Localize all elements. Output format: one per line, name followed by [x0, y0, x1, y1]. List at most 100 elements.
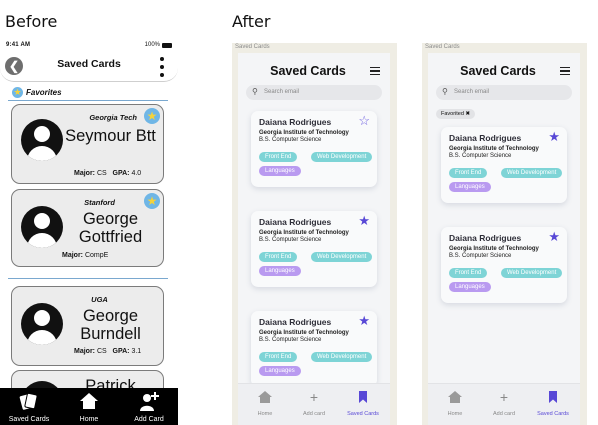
star-filled-icon[interactable]: ★: [548, 230, 560, 243]
cards-icon: [19, 392, 38, 410]
star-filled-icon[interactable]: ★: [548, 130, 560, 143]
card-degree: B.S. Computer Science: [259, 237, 322, 243]
favorite-star-icon[interactable]: ★: [144, 193, 160, 209]
tab-label: Add Card: [134, 416, 164, 423]
bottom-nav: Home + Add card Saved Cards: [238, 383, 390, 425]
filter-icon[interactable]: [560, 67, 570, 75]
bookmark-icon: [359, 391, 367, 403]
add-user-icon: [140, 392, 159, 411]
filter-icon[interactable]: [370, 67, 380, 75]
before-heading: Before: [5, 12, 58, 31]
tab-add-card[interactable]: Add Card: [120, 388, 178, 425]
tag[interactable]: Front End: [259, 152, 298, 162]
after-panel-all: Saved Cards Saved Cards ⚲ Search email D…: [232, 43, 397, 425]
tag[interactable]: Web Development: [501, 168, 563, 178]
card-major: Major: CompE: [62, 252, 109, 259]
saved-card[interactable]: UGA George Burndell Major: CS GPA: 3.1: [11, 286, 164, 366]
bookmark-icon: [549, 391, 557, 403]
saved-card[interactable]: Daiana Rodrigues ★ Georgia Institute of …: [441, 227, 567, 303]
tag[interactable]: Web Development: [311, 352, 373, 362]
saved-card[interactable]: Stanford ★ George Gottfried Major: CompE: [11, 189, 164, 267]
after-screen: Saved Cards ⚲ Search email Daiana Rodrig…: [238, 53, 390, 425]
nav-saved-cards[interactable]: Saved Cards: [528, 384, 578, 425]
panel-caption: Saved Cards: [425, 44, 460, 50]
card-school: Georgia Institute of Technology: [449, 146, 539, 152]
search-placeholder: Search email: [454, 89, 490, 95]
saved-card[interactable]: Daiana Rodrigues ★ Georgia Institute of …: [251, 211, 377, 287]
page-title: Saved Cards: [460, 64, 536, 78]
bottom-tab-bar: Saved Cards Home Add Card: [0, 388, 178, 425]
avatar: [21, 119, 63, 161]
before-phone-screen: 9:41 AM 100% ❮ Saved Cards ★ Favorites G…: [0, 38, 178, 425]
section-divider: [8, 278, 168, 279]
nav-label: Saved Cards: [347, 411, 379, 417]
tag[interactable]: Front End: [259, 352, 298, 362]
favorites-label: Favorites: [26, 87, 62, 97]
nav-home[interactable]: Home: [240, 384, 290, 425]
plus-icon: +: [309, 389, 319, 405]
tag[interactable]: Front End: [449, 168, 488, 178]
tab-home[interactable]: Home: [60, 388, 118, 425]
favorites-header: ★ Favorites: [12, 86, 62, 98]
tag[interactable]: Web Development: [501, 268, 563, 278]
plus-icon: +: [499, 389, 509, 405]
star-outline-icon[interactable]: ☆: [358, 114, 370, 127]
card-school: UGA: [91, 295, 108, 304]
tag[interactable]: Web Development: [311, 152, 373, 162]
nav-add-card[interactable]: + Add card: [289, 384, 339, 425]
card-degree: B.S. Computer Science: [449, 153, 512, 159]
search-input[interactable]: ⚲ Search email: [436, 85, 572, 100]
search-icon: ⚲: [442, 87, 448, 96]
nav-label: Home: [447, 411, 463, 417]
star-filled-icon[interactable]: ★: [358, 214, 370, 227]
more-menu-icon[interactable]: [160, 57, 164, 77]
nav-home[interactable]: Home: [430, 384, 480, 425]
tab-label: Saved Cards: [8, 416, 50, 423]
after-screen: Saved Cards ⚲ Search email Favorited ✖ D…: [428, 53, 580, 425]
tag[interactable]: Languages: [449, 182, 491, 192]
after-panel-favorited: Saved Cards Saved Cards ⚲ Search email F…: [422, 43, 587, 425]
tag[interactable]: Languages: [259, 366, 301, 376]
nav-add-card[interactable]: + Add card: [479, 384, 529, 425]
panel-caption: Saved Cards: [235, 44, 270, 50]
card-major: Major: CS GPA: 3.1: [74, 348, 142, 355]
saved-card[interactable]: Daiana Rodrigues ★ Georgia Institute of …: [251, 311, 377, 387]
tag[interactable]: Languages: [259, 166, 301, 176]
before-header: ❮ Saved Cards: [0, 52, 178, 82]
saved-card[interactable]: Daiana Rodrigues ★ Georgia Institute of …: [441, 127, 567, 203]
battery-percent: 100%: [144, 42, 160, 48]
tag[interactable]: Languages: [259, 266, 301, 276]
tag[interactable]: Front End: [449, 268, 488, 278]
tag[interactable]: Web Development: [311, 252, 373, 262]
status-battery: 100%: [145, 42, 172, 48]
filter-chip-favorited[interactable]: Favorited ✖: [436, 109, 476, 119]
star-filled-icon[interactable]: ★: [358, 314, 370, 327]
tab-label: Home: [79, 416, 99, 423]
card-major: Major: CS GPA: 4.0: [74, 170, 142, 177]
avatar: [21, 303, 63, 345]
saved-card[interactable]: Daiana Rodrigues ☆ Georgia Institute of …: [251, 111, 377, 187]
tab-saved-cards[interactable]: Saved Cards: [0, 388, 58, 425]
nav-saved-cards[interactable]: Saved Cards: [338, 384, 388, 425]
page-title: Saved Cards: [270, 64, 346, 78]
status-time: 9:41 AM: [6, 42, 31, 48]
nav-label: Add card: [492, 411, 515, 417]
card-name: George Burndell: [80, 307, 141, 343]
card-name: Daiana Rodrigues: [259, 117, 332, 127]
search-input[interactable]: ⚲ Search email: [246, 85, 382, 100]
search-icon: ⚲: [252, 87, 258, 96]
card-degree: B.S. Computer Science: [259, 137, 322, 143]
favorite-star-icon[interactable]: ★: [144, 108, 160, 124]
card-name: George Gottfried: [78, 210, 143, 246]
page-title: Saved Cards: [57, 58, 121, 70]
saved-card[interactable]: Georgia Tech ★ Seymour Btt Major: CS GPA…: [11, 104, 164, 184]
battery-icon: [162, 42, 172, 48]
bottom-nav: Home + Add card Saved Cards: [428, 383, 580, 425]
home-icon: [258, 391, 272, 403]
tag[interactable]: Languages: [449, 282, 491, 292]
card-name: Daiana Rodrigues: [449, 133, 522, 143]
home-icon: [80, 393, 98, 409]
star-icon: ★: [12, 86, 23, 98]
card-school: Georgia Institute of Technology: [449, 246, 539, 252]
tag[interactable]: Front End: [259, 252, 298, 262]
